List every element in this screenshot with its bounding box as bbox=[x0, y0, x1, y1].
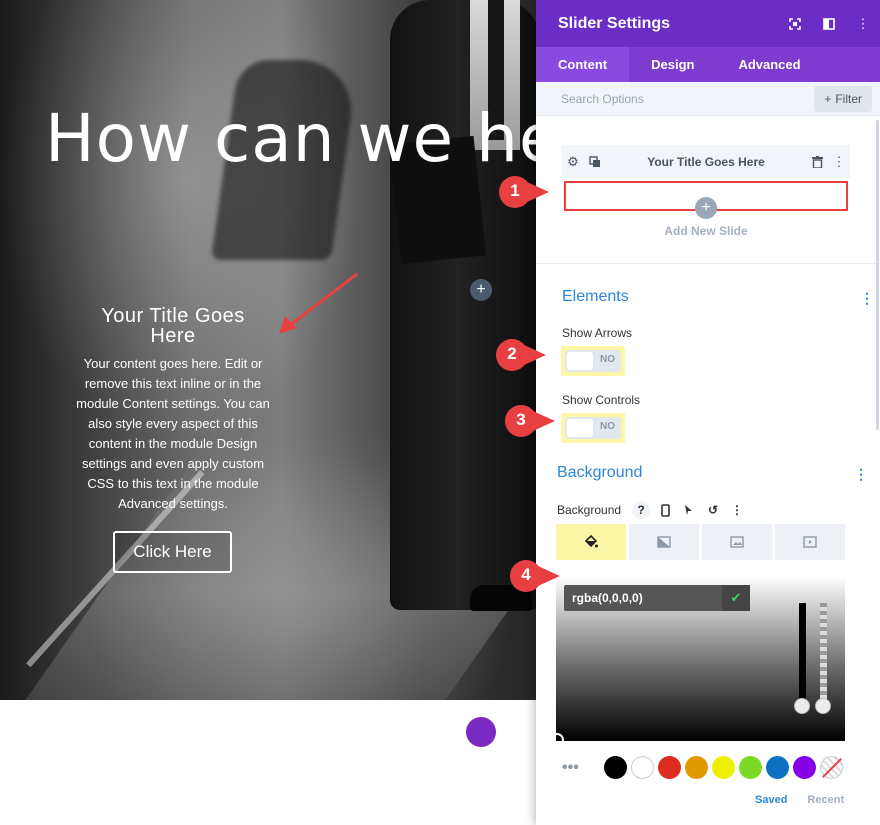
callout-3: 3 bbox=[500, 404, 556, 438]
swatch-black[interactable] bbox=[604, 756, 627, 779]
panel-header: Slider Settings ⋮ bbox=[536, 0, 880, 47]
slide-item[interactable]: ⚙ Your Title Goes Here ⋮ bbox=[562, 145, 850, 178]
color-picker[interactable]: rgba(0,0,0,0) ✔ bbox=[550, 577, 845, 747]
add-row-plus-icon[interactable]: + bbox=[470, 279, 492, 301]
swatch-red[interactable] bbox=[658, 756, 681, 779]
trash-icon[interactable] bbox=[806, 145, 828, 178]
section-divider bbox=[536, 263, 880, 264]
more-vertical-icon[interactable]: ⋮ bbox=[828, 145, 850, 178]
callout-number: 1 bbox=[510, 181, 520, 200]
callout-1: 1 bbox=[494, 175, 550, 209]
more-vertical-icon[interactable]: ⋮ bbox=[846, 0, 880, 47]
add-slide-plus-icon[interactable]: + bbox=[695, 197, 717, 219]
toggle-knob bbox=[567, 352, 593, 370]
more-vertical-icon[interactable]: ⋮ bbox=[728, 501, 746, 519]
background-field-label: Background bbox=[557, 503, 622, 517]
tab-advanced[interactable]: Advanced bbox=[716, 47, 822, 82]
module-add-button[interactable] bbox=[466, 717, 496, 747]
swatch-none[interactable] bbox=[820, 756, 843, 779]
mobile-icon[interactable] bbox=[656, 501, 674, 519]
show-arrows-label: Show Arrows bbox=[562, 326, 633, 340]
background-section-title[interactable]: Background bbox=[557, 464, 642, 482]
elements-section-title[interactable]: Elements bbox=[562, 288, 629, 306]
help-icon[interactable]: ? bbox=[632, 501, 650, 519]
callout-number: 2 bbox=[507, 344, 517, 363]
slide-item-label: Your Title Goes Here bbox=[647, 154, 765, 169]
color-value-text[interactable]: rgba(0,0,0,0) bbox=[564, 591, 722, 605]
swatch-tabs: Saved Recent bbox=[755, 794, 844, 806]
gear-icon[interactable]: ⚙ bbox=[562, 145, 584, 178]
hue-slider-handle[interactable] bbox=[794, 698, 810, 714]
background-field-tools: ? ↺ ⋮ bbox=[632, 501, 746, 519]
show-arrows-highlight: NO bbox=[561, 346, 625, 376]
opacity-slider-handle[interactable] bbox=[815, 698, 831, 714]
callout-number: 3 bbox=[516, 410, 526, 429]
toggle-knob bbox=[567, 419, 593, 437]
tab-design[interactable]: Design bbox=[629, 47, 716, 82]
image-icon[interactable] bbox=[702, 524, 772, 560]
background-type-tabs bbox=[556, 524, 845, 560]
show-arrows-toggle[interactable]: NO bbox=[565, 350, 621, 372]
panel-title: Slider Settings bbox=[558, 14, 671, 32]
show-controls-toggle[interactable]: NO bbox=[565, 417, 621, 439]
settings-panel: Slider Settings ⋮ Content Design Advance… bbox=[536, 0, 880, 825]
color-fill-icon[interactable] bbox=[556, 524, 626, 560]
panel-scrollbar[interactable] bbox=[876, 120, 879, 430]
toggle-value: NO bbox=[600, 421, 615, 432]
swatch-white[interactable] bbox=[631, 756, 654, 779]
columns-icon[interactable] bbox=[812, 0, 846, 47]
cursor-icon[interactable] bbox=[680, 501, 698, 519]
screen: How can we help? Your Title Goes Here Yo… bbox=[0, 0, 880, 825]
undo-icon[interactable]: ↺ bbox=[704, 501, 722, 519]
swatch-yellow[interactable] bbox=[712, 756, 735, 779]
show-controls-label: Show Controls bbox=[562, 393, 641, 407]
saved-colors-tab[interactable]: Saved bbox=[755, 794, 787, 806]
hue-slider[interactable] bbox=[799, 603, 806, 707]
swatch-purple[interactable] bbox=[793, 756, 816, 779]
color-value-field[interactable]: rgba(0,0,0,0) ✔ bbox=[564, 585, 750, 611]
add-new-slide-button[interactable]: Add New Slide bbox=[536, 224, 876, 238]
panel-tabs: Content Design Advanced bbox=[536, 47, 880, 82]
slide-title[interactable]: Your Title Goes Here bbox=[78, 306, 268, 346]
filter-button[interactable]: + Filter bbox=[814, 86, 872, 112]
expand-icon[interactable] bbox=[778, 0, 812, 47]
toggle-value: NO bbox=[600, 354, 615, 365]
tab-content[interactable]: Content bbox=[536, 47, 630, 82]
plus-icon: + bbox=[824, 92, 832, 106]
color-picker-handle[interactable] bbox=[550, 733, 564, 747]
annotation-arrow-icon bbox=[279, 272, 358, 334]
more-vertical-icon[interactable]: ⋮ bbox=[860, 290, 874, 307]
callout-4: 4 bbox=[505, 559, 561, 593]
slide-button[interactable]: Click Here bbox=[113, 531, 232, 573]
more-vertical-icon[interactable]: ⋮ bbox=[854, 466, 868, 483]
video-icon[interactable] bbox=[775, 524, 845, 560]
color-swatches: ••• bbox=[562, 756, 847, 779]
search-options-row[interactable]: Search Options + Filter bbox=[536, 82, 880, 116]
swatch-orange[interactable] bbox=[685, 756, 708, 779]
callout-2: 2 bbox=[491, 338, 547, 372]
callout-number: 4 bbox=[521, 565, 531, 584]
swatch-blue[interactable] bbox=[766, 756, 789, 779]
gradient-icon[interactable] bbox=[629, 524, 699, 560]
filter-label: Filter bbox=[835, 92, 862, 106]
slide-body-text[interactable]: Your content goes here. Edit or remove t… bbox=[72, 354, 274, 514]
more-horizontal-icon[interactable]: ••• bbox=[562, 759, 604, 777]
swatch-green[interactable] bbox=[739, 756, 762, 779]
recent-colors-tab[interactable]: Recent bbox=[807, 794, 844, 806]
duplicate-icon[interactable] bbox=[584, 145, 606, 178]
opacity-slider[interactable] bbox=[820, 603, 827, 707]
show-controls-highlight: NO bbox=[561, 413, 625, 443]
check-icon[interactable]: ✔ bbox=[722, 585, 750, 611]
